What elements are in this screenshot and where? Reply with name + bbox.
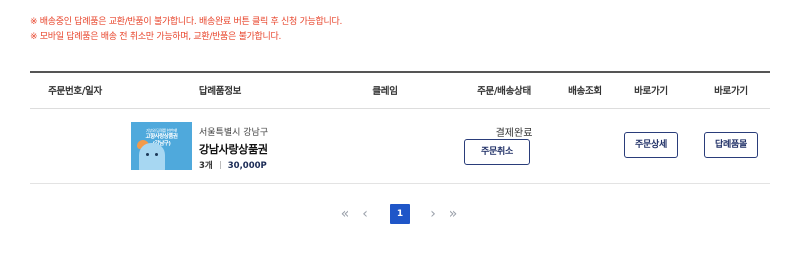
- product-region: 서울특별시 강남구: [199, 128, 269, 138]
- product-thumbnail[interactable]: 기부와 답례를 한번에! 고향사랑상품권 (강남구): [131, 122, 192, 170]
- table-header: 주문번호/일자 답례품정보 클레임 주문/배송상태 배송조회 바로가기 바로가기: [30, 71, 770, 109]
- notice-block: ※ 배송중인 답례품은 교환/반품이 불가합니다. 배송완료 버튼 클릭 후 신…: [30, 15, 342, 45]
- header-tracking: 배송조회: [568, 86, 602, 97]
- header-product-info: 답례품정보: [198, 86, 242, 97]
- header-claim: 클레임: [372, 86, 398, 97]
- header-order-number: 주문번호/일자: [48, 86, 102, 97]
- mascot-icon: [139, 143, 165, 170]
- table-row: 기부와 답례를 한번에! 고향사랑상품권 (강남구) 서울특별시 강남구 강남사…: [30, 109, 770, 184]
- meta-divider: [219, 161, 221, 169]
- double-chevron-right-icon[interactable]: »: [444, 204, 462, 224]
- chevron-right-icon[interactable]: ›: [426, 204, 440, 224]
- pagination: « ‹ 1 › »: [0, 204, 800, 224]
- header-shortcut-1: 바로가기: [634, 86, 668, 97]
- order-table: 주문번호/일자 답례품정보 클레임 주문/배송상태 배송조회 바로가기 바로가기…: [30, 71, 770, 184]
- product-name[interactable]: 강남사랑상품권: [199, 141, 268, 157]
- gift-mall-button[interactable]: 답례품몰: [704, 132, 758, 158]
- notice-line-mobile: ※ 모바일 답례품은 배송 전 취소만 가능하며, 교환/반품은 불가합니다.: [30, 32, 282, 42]
- chevron-left-icon[interactable]: ‹: [358, 204, 372, 224]
- order-detail-button[interactable]: 주문상세: [624, 132, 678, 158]
- product-quantity: 3개: [199, 161, 213, 171]
- double-chevron-left-icon[interactable]: «: [336, 204, 354, 224]
- notice-line-shipping: ※ 배송중인 답례품은 교환/반품이 불가합니다. 배송완료 버튼 클릭 후 신…: [30, 17, 343, 27]
- product-meta: 3개 30,000P: [199, 159, 267, 171]
- page-current[interactable]: 1: [390, 204, 410, 224]
- header-order-status: 주문/배송상태: [477, 86, 531, 97]
- order-status: 결제완료: [495, 128, 533, 139]
- product-price: 30,000P: [227, 161, 267, 171]
- header-shortcut-2: 바로가기: [714, 86, 748, 97]
- cancel-order-button[interactable]: 주문취소: [464, 139, 530, 165]
